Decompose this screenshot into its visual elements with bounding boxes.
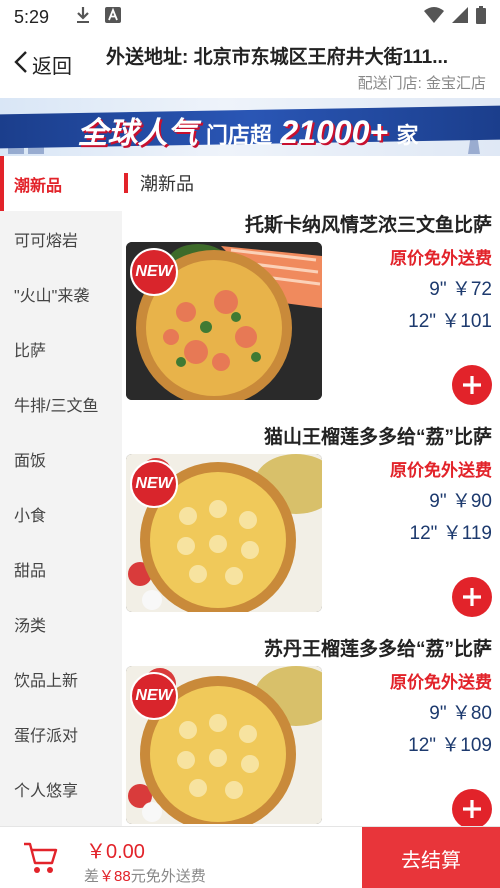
banner-small-text: 门店超: [205, 123, 272, 148]
product-name: 猫山王榴莲多多给“荔”比萨: [263, 427, 492, 448]
category-label: 小食: [14, 507, 47, 525]
cart-total: ￥0.00: [86, 841, 145, 863]
category-item[interactable]: "火山"来袭: [0, 266, 122, 321]
product-image[interactable]: NEW: [126, 454, 322, 612]
category-label: 个人悠享: [14, 782, 79, 800]
category-item[interactable]: 潮新品: [0, 156, 122, 211]
product-promo: 原价免外送费: [390, 461, 492, 480]
category-label: 汤类: [14, 617, 47, 635]
plus-icon: [463, 800, 481, 818]
product-card[interactable]: 猫山王榴莲多多给“荔”比萨 NEW 原价免外送费 9" ￥90 12" ￥119: [122, 422, 500, 634]
category-sidebar[interactable]: 潮新品 可可熔岩 "火山"来袭 比萨 牛排/三文鱼 面饭 小食 甜品 汤类 饮品…: [0, 156, 122, 826]
note-suffix: 元免外送费: [130, 868, 206, 885]
category-label: 比萨: [14, 342, 47, 360]
add-to-cart-button[interactable]: [452, 365, 492, 405]
category-label: 甜品: [14, 562, 47, 580]
category-item[interactable]: 饮品上新: [0, 651, 122, 706]
add-to-cart-button[interactable]: [452, 577, 492, 617]
section-header: 潮新品: [124, 170, 194, 196]
delivery-address[interactable]: 外送地址: 北京市东城区王府井大街111...: [106, 42, 490, 69]
checkout-button[interactable]: 去结算: [362, 827, 500, 888]
cart-icon[interactable]: [22, 841, 58, 880]
product-image[interactable]: NEW: [126, 666, 322, 824]
banner-number: 21000+: [280, 114, 389, 150]
status-icons-right: [424, 5, 486, 29]
product-name: 苏丹王榴莲多多给“荔”比萨: [263, 639, 492, 660]
delivery-fee-note: 差￥88元免外送费: [84, 865, 206, 886]
product-price-12in: 12" ￥109: [408, 735, 492, 756]
chevron-left-icon: [14, 50, 28, 79]
product-price-12in: 12" ￥119: [409, 523, 492, 544]
category-label: 饮品上新: [14, 672, 79, 690]
category-item[interactable]: 蛋仔派对: [0, 706, 122, 761]
header: 返回 外送地址: 北京市东城区王府井大街111... 配送门店: 金宝汇店: [0, 34, 500, 98]
category-label: 面饭: [14, 452, 47, 470]
plus-icon: [463, 376, 481, 394]
product-card[interactable]: 托斯卡纳风情芝浓三文鱼比萨 NEW 原价免外送费 9" ￥72 12" ￥101: [122, 210, 500, 422]
product-list[interactable]: 潮新品 托斯卡纳风情芝浓三文鱼比萨 NEW 原价免外送费 9" ￥72 12" …: [122, 156, 500, 826]
category-item[interactable]: 牛排/三文鱼: [0, 376, 122, 431]
category-item[interactable]: 甜品: [0, 541, 122, 596]
status-icons-left: [75, 6, 122, 29]
product-promo: 原价免外送费: [390, 673, 492, 692]
banner-text: 全球人气 门店超 21000+ 家: [0, 108, 500, 152]
section-title: 潮新品: [140, 174, 194, 194]
back-label: 返回: [32, 56, 72, 78]
new-badge: NEW: [130, 672, 178, 720]
wifi-icon: [424, 6, 444, 28]
banner-big-text: 全球人气: [77, 117, 198, 150]
product-card[interactable]: 苏丹王榴莲多多给“荔”比萨 NEW 原价免外送费 9" ￥80 12" ￥109: [122, 634, 500, 826]
back-button[interactable]: 返回: [14, 50, 72, 79]
category-item[interactable]: 汤类: [0, 596, 122, 651]
promo-banner[interactable]: 全球人气 门店超 21000+ 家: [0, 98, 500, 156]
category-item[interactable]: 面饭: [0, 431, 122, 486]
status-bar: 5:29: [0, 0, 500, 34]
product-price-12in: 12" ￥101: [408, 311, 492, 332]
new-badge: NEW: [130, 460, 178, 508]
download-icon: [75, 6, 91, 29]
a-icon: [105, 6, 122, 28]
product-price-9in: 9" ￥72: [429, 279, 492, 300]
note-prefix: 差: [84, 868, 100, 885]
cart-bar: ￥0.00 差￥88元免外送费 去结算: [0, 826, 500, 888]
category-item[interactable]: 小食: [0, 486, 122, 541]
signal-icon: [452, 6, 468, 28]
new-badge: NEW: [130, 248, 178, 296]
category-label: "火山"来袭: [14, 287, 90, 305]
category-item[interactable]: 个人悠享: [0, 761, 122, 816]
section-marker: [124, 173, 128, 193]
category-label: 可可熔岩: [14, 232, 79, 250]
product-price-9in: 9" ￥90: [429, 491, 492, 512]
note-amount: ￥88: [99, 868, 131, 885]
plus-icon: [463, 588, 481, 606]
product-image[interactable]: NEW: [126, 242, 322, 400]
status-time: 5:29: [14, 6, 50, 27]
product-promo: 原价免外送费: [390, 249, 492, 268]
category-label: 潮新品: [14, 177, 63, 195]
delivery-store: 配送门店: 金宝汇店: [357, 75, 486, 92]
category-label: 牛排/三文鱼: [14, 397, 99, 415]
category-item[interactable]: 比萨: [0, 321, 122, 376]
category-item[interactable]: 可可熔岩: [0, 211, 122, 266]
product-price-9in: 9" ￥80: [429, 703, 492, 724]
category-label: 蛋仔派对: [14, 727, 79, 745]
product-name: 托斯卡纳风情芝浓三文鱼比萨: [244, 215, 492, 236]
battery-icon: [476, 5, 486, 29]
add-to-cart-button[interactable]: [452, 789, 492, 826]
banner-suffix: 家: [396, 123, 419, 148]
